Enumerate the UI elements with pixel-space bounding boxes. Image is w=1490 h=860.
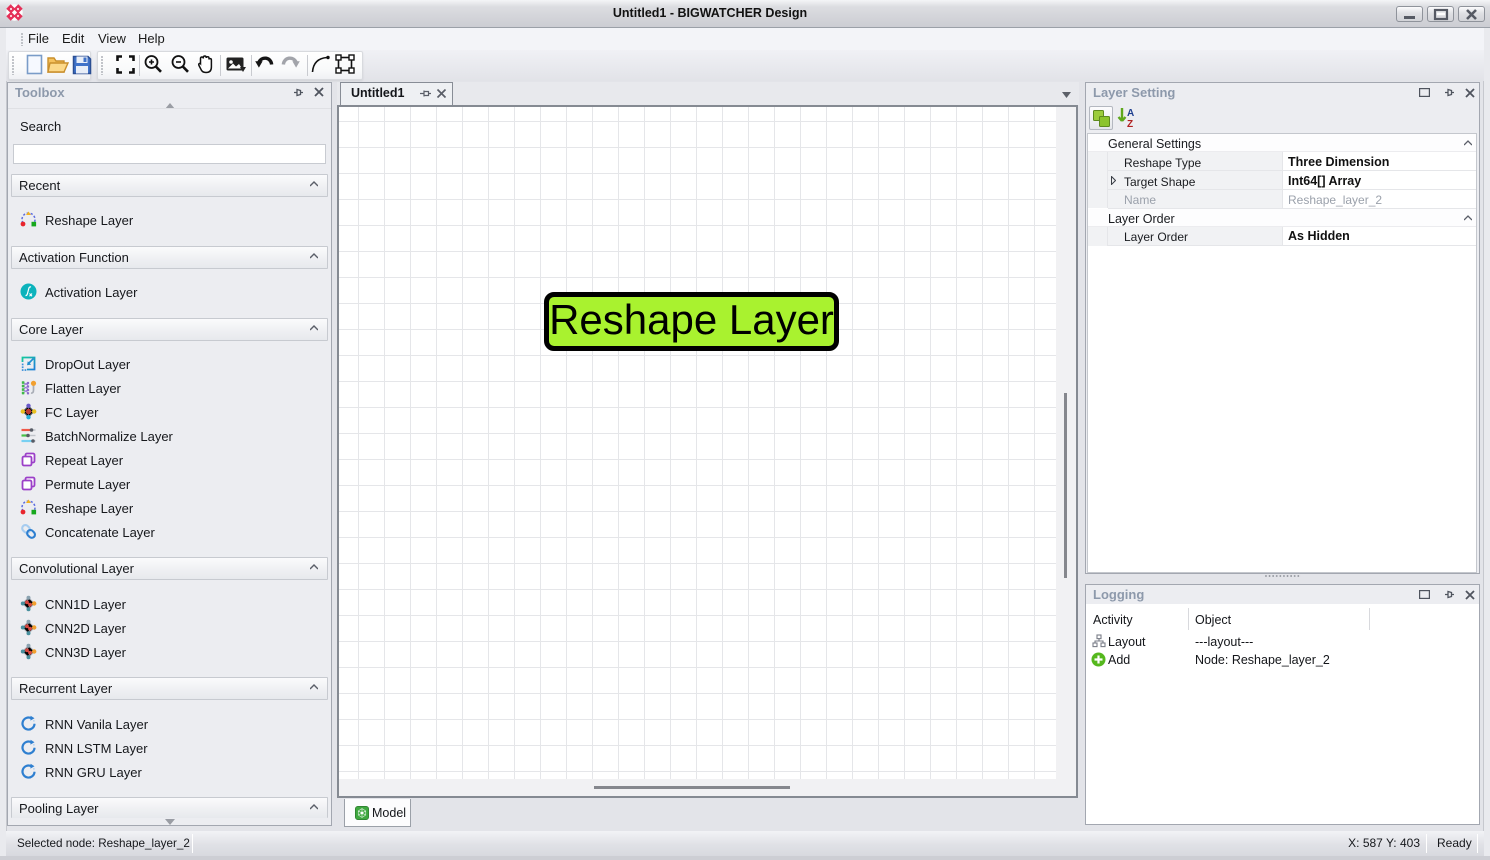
svg-text:Z: Z bbox=[1127, 119, 1133, 129]
svg-text:A: A bbox=[1127, 108, 1134, 119]
